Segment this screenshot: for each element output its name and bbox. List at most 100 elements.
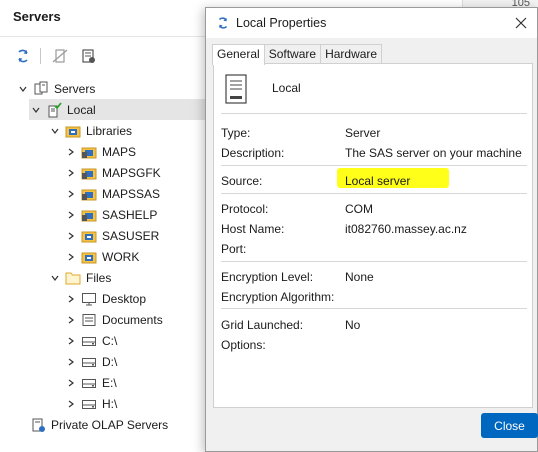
- drive-icon: [81, 375, 97, 391]
- grid-launched-label: Grid Launched:: [221, 318, 304, 332]
- divider: [221, 261, 527, 262]
- library-icon: [81, 249, 97, 265]
- dialog-titlebar[interactable]: Local Properties: [206, 8, 537, 38]
- general-tab-panel: Local Type: Server Description: The SAS …: [213, 63, 533, 408]
- locked-library-icon: [81, 144, 97, 160]
- tree-label: H:\: [102, 396, 118, 411]
- close-icon: [515, 17, 527, 29]
- tree-node-drive[interactable]: D:\: [64, 351, 117, 372]
- tab-general[interactable]: General: [212, 44, 265, 65]
- tree-label: MAPSSAS: [102, 186, 161, 201]
- tree-node-drive[interactable]: E:\: [64, 372, 117, 393]
- server-name: Local: [272, 81, 301, 95]
- tab-software[interactable]: Software: [263, 44, 322, 64]
- tree-node-library[interactable]: MAPSSAS: [64, 183, 160, 204]
- chevron-right-icon[interactable]: [64, 376, 78, 390]
- tree-label: Desktop: [102, 291, 147, 306]
- olap-server-icon: [30, 417, 46, 433]
- folder-icon: [65, 270, 81, 286]
- chevron-down-icon[interactable]: [48, 124, 62, 138]
- tree-node-libraries[interactable]: Libraries: [48, 120, 132, 141]
- tree-label: SASHELP: [102, 207, 158, 222]
- tree-label: Private OLAP Servers: [51, 417, 169, 432]
- locked-library-icon: [81, 165, 97, 181]
- tree-node-desktop[interactable]: Desktop: [64, 288, 146, 309]
- desktop-icon: [81, 291, 97, 307]
- chevron-right-icon[interactable]: [64, 313, 78, 327]
- panel-divider: [0, 36, 210, 37]
- encryption-level-label: Encryption Level:: [221, 270, 314, 284]
- chevron-right-icon[interactable]: [64, 397, 78, 411]
- refresh-icon: [218, 17, 228, 29]
- tree-node-library[interactable]: MAPSGFK: [64, 162, 161, 183]
- chevron-down-icon[interactable]: [16, 82, 30, 96]
- servers-toolbar: [14, 46, 107, 66]
- tree-node-files[interactable]: Files: [48, 267, 111, 288]
- dialog-title: Local Properties: [236, 16, 327, 30]
- tree-node-library[interactable]: MAPS: [64, 141, 136, 162]
- description-label: Description:: [221, 146, 285, 160]
- divider: [221, 165, 527, 166]
- tree-label: Servers: [54, 81, 96, 96]
- source-value: Local server: [345, 174, 411, 188]
- tree-node-servers[interactable]: Servers: [16, 78, 95, 99]
- encryption-level-value: None: [345, 270, 374, 284]
- chevron-right-icon[interactable]: [64, 355, 78, 369]
- tree-node-library[interactable]: SASUSER: [64, 225, 159, 246]
- tree-label: Documents: [102, 312, 163, 327]
- chevron-right-icon[interactable]: [64, 334, 78, 348]
- tree-node-drive[interactable]: C:\: [64, 330, 117, 351]
- server-properties-button[interactable]: [79, 47, 97, 65]
- local-properties-dialog: Local Properties General Software Hardwa…: [205, 7, 538, 452]
- tree-label: WORK: [102, 249, 140, 264]
- type-value: Server: [345, 126, 381, 140]
- divider: [221, 308, 527, 309]
- chevron-right-icon[interactable]: [64, 187, 78, 201]
- tree-node-drive[interactable]: H:\: [64, 393, 117, 414]
- chevron-right-icon[interactable]: [64, 208, 78, 222]
- protocol-label: Protocol:: [221, 202, 269, 216]
- tree-label: Files: [86, 270, 112, 285]
- chevron-down-icon[interactable]: [48, 271, 62, 285]
- type-label: Type:: [221, 126, 251, 140]
- encryption-algorithm-label: Encryption Algorithm:: [221, 290, 335, 304]
- tree-label: MAPSGFK: [102, 165, 161, 180]
- grid-launched-value: No: [345, 318, 361, 332]
- documents-icon: [81, 312, 97, 328]
- tree-node-local[interactable]: Local: [29, 99, 210, 120]
- close-button[interactable]: Close: [481, 413, 538, 438]
- tree-node-olap[interactable]: Private OLAP Servers: [30, 414, 168, 435]
- chevron-right-icon[interactable]: [64, 145, 78, 159]
- libraries-icon: [65, 123, 81, 139]
- tree-label: Libraries: [86, 123, 133, 138]
- tree-node-documents[interactable]: Documents: [64, 309, 163, 330]
- chevron-right-icon[interactable]: [64, 166, 78, 180]
- server-properties-icon: [82, 49, 95, 63]
- tree-label: C:\: [102, 333, 118, 348]
- chevron-right-icon[interactable]: [64, 292, 78, 306]
- tree-label: SASUSER: [102, 228, 160, 243]
- host-name-value: it082760.massey.ac.nz: [345, 222, 467, 236]
- tree-label: Local: [67, 102, 96, 117]
- refresh-icon: [18, 49, 28, 63]
- description-value: The SAS server on your machine: [345, 146, 522, 160]
- tab-hardware[interactable]: Hardware: [320, 44, 383, 64]
- tree-node-library[interactable]: SASHELP: [64, 204, 157, 225]
- toolbar-divider: [40, 48, 41, 64]
- server-icon: [225, 74, 247, 104]
- chevron-right-icon[interactable]: [64, 229, 78, 243]
- locked-library-icon: [81, 186, 97, 202]
- refresh-button[interactable]: [14, 47, 32, 65]
- chevron-right-icon[interactable]: [64, 250, 78, 264]
- tree-label: D:\: [102, 354, 118, 369]
- protocol-value: COM: [345, 202, 373, 216]
- chevron-down-icon[interactable]: [29, 103, 43, 117]
- tree-node-library[interactable]: WORK: [64, 246, 139, 267]
- drive-icon: [81, 354, 97, 370]
- drive-icon: [81, 396, 97, 412]
- locked-library-icon: [81, 207, 97, 223]
- close-window-button[interactable]: [512, 14, 530, 32]
- servers-icon: [33, 81, 49, 97]
- port-label: Port:: [221, 242, 247, 256]
- disconnect-button[interactable]: [51, 47, 69, 65]
